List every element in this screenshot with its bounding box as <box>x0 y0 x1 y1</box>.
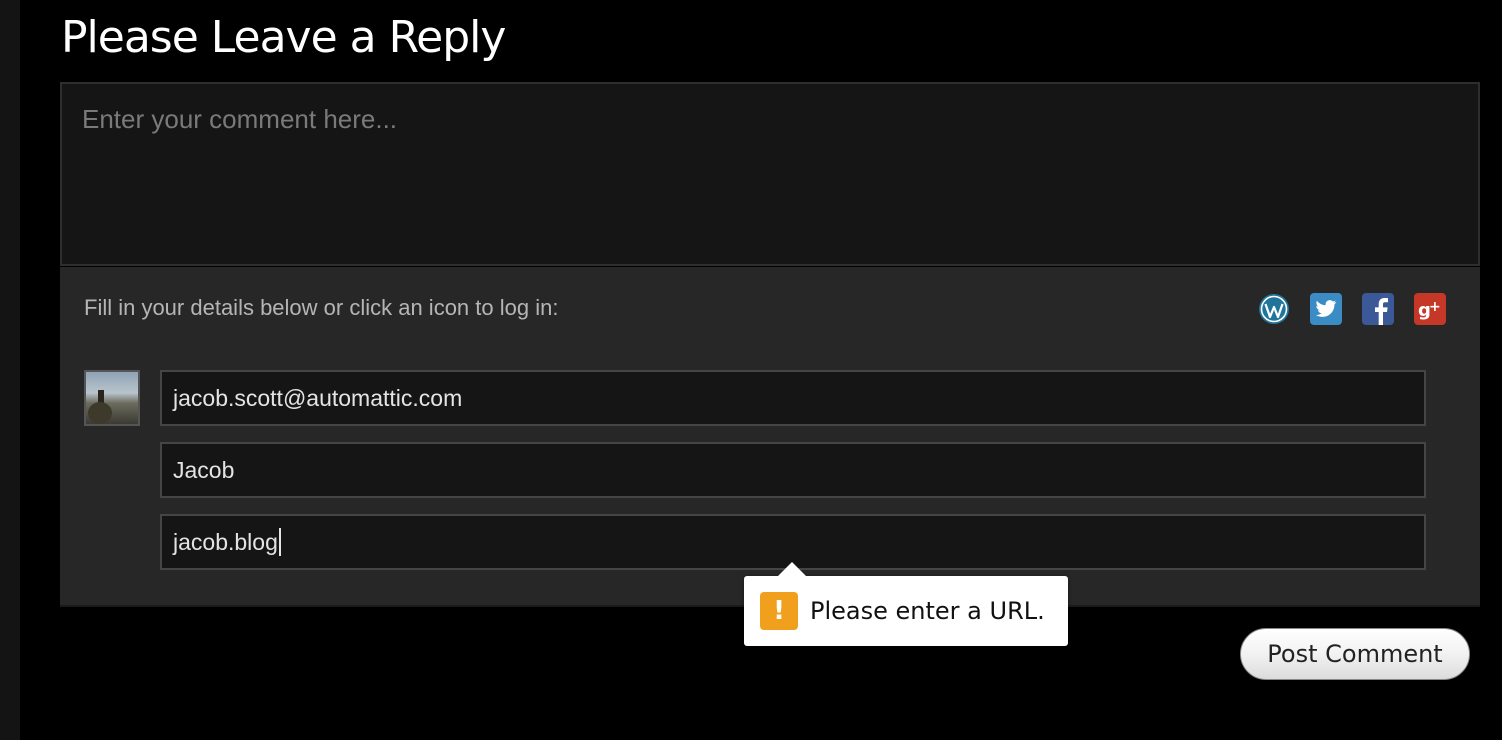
name-field-value: Jacob <box>173 456 235 483</box>
left-edge-strip <box>0 0 20 740</box>
svg-text:+: + <box>1429 299 1441 315</box>
name-field[interactable]: Jacob <box>160 442 1426 498</box>
email-field-value: jacob.scott@automattic.com <box>173 384 463 411</box>
twitter-icon[interactable] <box>1310 293 1342 325</box>
facebook-icon[interactable] <box>1362 293 1394 325</box>
google-plus-icon[interactable]: g + <box>1414 293 1446 325</box>
avatar <box>84 370 140 426</box>
text-caret <box>278 528 281 556</box>
page-title: Please Leave a Reply <box>61 12 506 63</box>
validation-tooltip: ! Please enter a URL. <box>744 562 1068 646</box>
comment-box[interactable] <box>60 82 1480 266</box>
comment-textarea[interactable] <box>62 84 1478 264</box>
login-icons: g + <box>1258 293 1446 325</box>
website-field-value: jacob.blog <box>173 528 278 555</box>
email-field[interactable]: jacob.scott@automattic.com <box>160 370 1426 426</box>
details-panel: Fill in your details below or click an i… <box>60 267 1480 607</box>
validation-message: Please enter a URL. <box>810 597 1045 625</box>
warning-icon: ! <box>760 592 798 630</box>
post-comment-button[interactable]: Post Comment <box>1240 628 1470 680</box>
details-prompt: Fill in your details below or click an i… <box>84 295 559 320</box>
wordpress-icon[interactable] <box>1258 293 1290 325</box>
